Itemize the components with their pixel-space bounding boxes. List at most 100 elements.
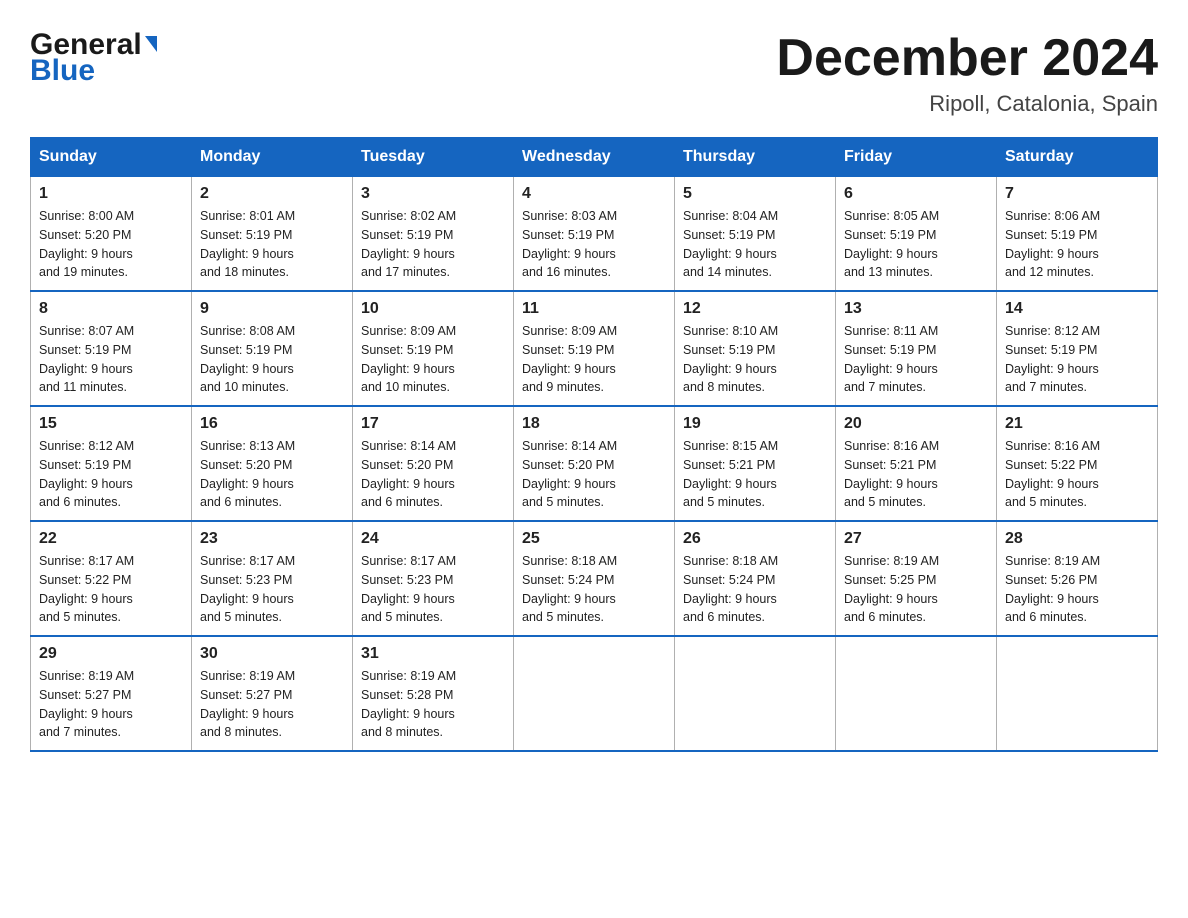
table-row: 13 Sunrise: 8:11 AM Sunset: 5:19 PM Dayl… xyxy=(836,291,997,406)
day-info: Sunrise: 8:12 AM Sunset: 5:19 PM Dayligh… xyxy=(1005,322,1149,397)
table-row: 17 Sunrise: 8:14 AM Sunset: 5:20 PM Dayl… xyxy=(353,406,514,521)
day-info: Sunrise: 8:19 AM Sunset: 5:27 PM Dayligh… xyxy=(39,667,183,742)
day-info: Sunrise: 8:11 AM Sunset: 5:19 PM Dayligh… xyxy=(844,322,988,397)
col-wednesday: Wednesday xyxy=(514,138,675,177)
day-number: 22 xyxy=(39,530,183,548)
table-row: 2 Sunrise: 8:01 AM Sunset: 5:19 PM Dayli… xyxy=(192,177,353,292)
calendar-subtitle: Ripoll, Catalonia, Spain xyxy=(776,91,1158,117)
day-number: 8 xyxy=(39,300,183,318)
logo-blue-text: Blue xyxy=(30,56,157,86)
day-info: Sunrise: 8:19 AM Sunset: 5:25 PM Dayligh… xyxy=(844,552,988,627)
day-number: 11 xyxy=(522,300,666,318)
col-thursday: Thursday xyxy=(675,138,836,177)
table-row xyxy=(836,636,997,751)
table-row: 22 Sunrise: 8:17 AM Sunset: 5:22 PM Dayl… xyxy=(31,521,192,636)
day-info: Sunrise: 8:16 AM Sunset: 5:21 PM Dayligh… xyxy=(844,437,988,512)
day-number: 28 xyxy=(1005,530,1149,548)
day-info: Sunrise: 8:17 AM Sunset: 5:23 PM Dayligh… xyxy=(200,552,344,627)
day-number: 12 xyxy=(683,300,827,318)
table-row: 21 Sunrise: 8:16 AM Sunset: 5:22 PM Dayl… xyxy=(997,406,1158,521)
day-info: Sunrise: 8:13 AM Sunset: 5:20 PM Dayligh… xyxy=(200,437,344,512)
table-row: 10 Sunrise: 8:09 AM Sunset: 5:19 PM Dayl… xyxy=(353,291,514,406)
table-row: 29 Sunrise: 8:19 AM Sunset: 5:27 PM Dayl… xyxy=(31,636,192,751)
day-info: Sunrise: 8:19 AM Sunset: 5:27 PM Dayligh… xyxy=(200,667,344,742)
day-info: Sunrise: 8:05 AM Sunset: 5:19 PM Dayligh… xyxy=(844,207,988,282)
logo: General Blue xyxy=(30,30,157,86)
table-row: 16 Sunrise: 8:13 AM Sunset: 5:20 PM Dayl… xyxy=(192,406,353,521)
day-number: 14 xyxy=(1005,300,1149,318)
table-row: 31 Sunrise: 8:19 AM Sunset: 5:28 PM Dayl… xyxy=(353,636,514,751)
table-row: 5 Sunrise: 8:04 AM Sunset: 5:19 PM Dayli… xyxy=(675,177,836,292)
day-number: 29 xyxy=(39,645,183,663)
table-row: 25 Sunrise: 8:18 AM Sunset: 5:24 PM Dayl… xyxy=(514,521,675,636)
day-info: Sunrise: 8:19 AM Sunset: 5:28 PM Dayligh… xyxy=(361,667,505,742)
logo-triangle-icon xyxy=(145,36,157,52)
day-number: 18 xyxy=(522,415,666,433)
day-info: Sunrise: 8:07 AM Sunset: 5:19 PM Dayligh… xyxy=(39,322,183,397)
day-number: 9 xyxy=(200,300,344,318)
calendar-header-row: Sunday Monday Tuesday Wednesday Thursday… xyxy=(31,138,1158,177)
table-row: 15 Sunrise: 8:12 AM Sunset: 5:19 PM Dayl… xyxy=(31,406,192,521)
table-row: 18 Sunrise: 8:14 AM Sunset: 5:20 PM Dayl… xyxy=(514,406,675,521)
col-saturday: Saturday xyxy=(997,138,1158,177)
page-header: General Blue December 2024 Ripoll, Catal… xyxy=(30,30,1158,117)
day-number: 20 xyxy=(844,415,988,433)
table-row: 20 Sunrise: 8:16 AM Sunset: 5:21 PM Dayl… xyxy=(836,406,997,521)
calendar-week-row: 8 Sunrise: 8:07 AM Sunset: 5:19 PM Dayli… xyxy=(31,291,1158,406)
day-info: Sunrise: 8:12 AM Sunset: 5:19 PM Dayligh… xyxy=(39,437,183,512)
day-number: 6 xyxy=(844,185,988,203)
table-row: 4 Sunrise: 8:03 AM Sunset: 5:19 PM Dayli… xyxy=(514,177,675,292)
table-row xyxy=(675,636,836,751)
table-row: 6 Sunrise: 8:05 AM Sunset: 5:19 PM Dayli… xyxy=(836,177,997,292)
day-info: Sunrise: 8:06 AM Sunset: 5:19 PM Dayligh… xyxy=(1005,207,1149,282)
day-number: 21 xyxy=(1005,415,1149,433)
day-number: 31 xyxy=(361,645,505,663)
day-number: 2 xyxy=(200,185,344,203)
day-number: 16 xyxy=(200,415,344,433)
day-info: Sunrise: 8:17 AM Sunset: 5:22 PM Dayligh… xyxy=(39,552,183,627)
day-info: Sunrise: 8:09 AM Sunset: 5:19 PM Dayligh… xyxy=(522,322,666,397)
day-info: Sunrise: 8:15 AM Sunset: 5:21 PM Dayligh… xyxy=(683,437,827,512)
calendar-table: Sunday Monday Tuesday Wednesday Thursday… xyxy=(30,137,1158,752)
col-tuesday: Tuesday xyxy=(353,138,514,177)
day-info: Sunrise: 8:10 AM Sunset: 5:19 PM Dayligh… xyxy=(683,322,827,397)
day-info: Sunrise: 8:08 AM Sunset: 5:19 PM Dayligh… xyxy=(200,322,344,397)
day-number: 23 xyxy=(200,530,344,548)
calendar-week-row: 1 Sunrise: 8:00 AM Sunset: 5:20 PM Dayli… xyxy=(31,177,1158,292)
table-row xyxy=(997,636,1158,751)
day-number: 26 xyxy=(683,530,827,548)
day-info: Sunrise: 8:18 AM Sunset: 5:24 PM Dayligh… xyxy=(522,552,666,627)
table-row: 26 Sunrise: 8:18 AM Sunset: 5:24 PM Dayl… xyxy=(675,521,836,636)
day-info: Sunrise: 8:04 AM Sunset: 5:19 PM Dayligh… xyxy=(683,207,827,282)
calendar-week-row: 22 Sunrise: 8:17 AM Sunset: 5:22 PM Dayl… xyxy=(31,521,1158,636)
day-number: 27 xyxy=(844,530,988,548)
table-row: 9 Sunrise: 8:08 AM Sunset: 5:19 PM Dayli… xyxy=(192,291,353,406)
table-row: 7 Sunrise: 8:06 AM Sunset: 5:19 PM Dayli… xyxy=(997,177,1158,292)
calendar-title: December 2024 xyxy=(776,30,1158,87)
table-row: 24 Sunrise: 8:17 AM Sunset: 5:23 PM Dayl… xyxy=(353,521,514,636)
table-row: 14 Sunrise: 8:12 AM Sunset: 5:19 PM Dayl… xyxy=(997,291,1158,406)
table-row: 23 Sunrise: 8:17 AM Sunset: 5:23 PM Dayl… xyxy=(192,521,353,636)
table-row: 8 Sunrise: 8:07 AM Sunset: 5:19 PM Dayli… xyxy=(31,291,192,406)
day-number: 4 xyxy=(522,185,666,203)
day-number: 24 xyxy=(361,530,505,548)
day-info: Sunrise: 8:03 AM Sunset: 5:19 PM Dayligh… xyxy=(522,207,666,282)
day-info: Sunrise: 8:02 AM Sunset: 5:19 PM Dayligh… xyxy=(361,207,505,282)
day-number: 7 xyxy=(1005,185,1149,203)
day-number: 13 xyxy=(844,300,988,318)
day-info: Sunrise: 8:16 AM Sunset: 5:22 PM Dayligh… xyxy=(1005,437,1149,512)
day-info: Sunrise: 8:09 AM Sunset: 5:19 PM Dayligh… xyxy=(361,322,505,397)
col-monday: Monday xyxy=(192,138,353,177)
day-number: 5 xyxy=(683,185,827,203)
table-row: 1 Sunrise: 8:00 AM Sunset: 5:20 PM Dayli… xyxy=(31,177,192,292)
day-number: 3 xyxy=(361,185,505,203)
day-info: Sunrise: 8:18 AM Sunset: 5:24 PM Dayligh… xyxy=(683,552,827,627)
day-number: 10 xyxy=(361,300,505,318)
day-number: 30 xyxy=(200,645,344,663)
day-info: Sunrise: 8:01 AM Sunset: 5:19 PM Dayligh… xyxy=(200,207,344,282)
col-sunday: Sunday xyxy=(31,138,192,177)
table-row: 11 Sunrise: 8:09 AM Sunset: 5:19 PM Dayl… xyxy=(514,291,675,406)
day-info: Sunrise: 8:19 AM Sunset: 5:26 PM Dayligh… xyxy=(1005,552,1149,627)
day-number: 25 xyxy=(522,530,666,548)
col-friday: Friday xyxy=(836,138,997,177)
